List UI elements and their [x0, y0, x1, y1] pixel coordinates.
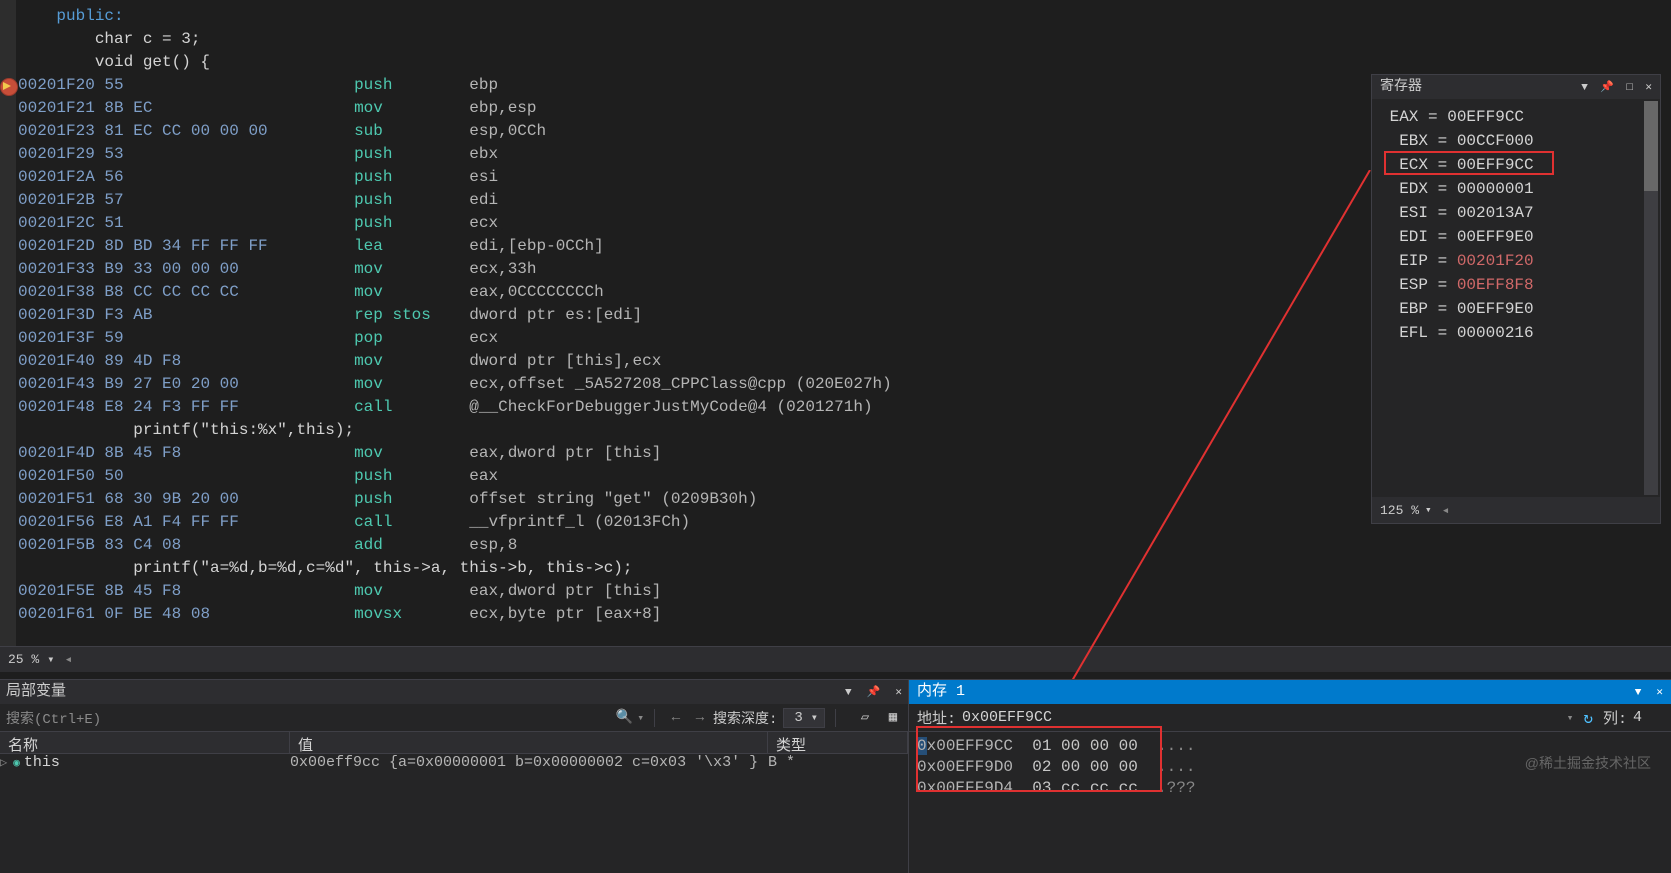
pin-icon[interactable]: 📌	[867, 687, 881, 699]
nav-forward-button[interactable]: →	[689, 707, 711, 729]
memory-header[interactable]: 内存 1 ▼ ✕	[909, 680, 1671, 704]
register-ebx[interactable]: EBX = 00CCF000	[1380, 129, 1652, 153]
filter-icon[interactable]: ▱	[856, 709, 874, 727]
close-icon[interactable]: ✕	[1645, 82, 1652, 94]
locals-panel: 局部变量 ▼ 📌 ✕ 搜索(Ctrl+E) 🔍 ▾ ← → 搜索深度: 3 ▱ …	[0, 679, 908, 873]
dropdown-icon[interactable]: ▼	[845, 687, 852, 699]
locals-toolbar: 搜索(Ctrl+E) 🔍 ▾ ← → 搜索深度: 3 ▱ ▦	[0, 704, 908, 732]
scroll-left-icon[interactable]: ◂	[1442, 503, 1450, 518]
register-efl[interactable]: EFL = 00000216	[1380, 321, 1652, 345]
registers-header[interactable]: 寄存器 ▼ 📌 □ ✕	[1372, 75, 1660, 99]
asm-line[interactable]: 00201F5B 83 C4 08 add esp,8	[18, 534, 1671, 557]
settings-icon[interactable]: ▦	[884, 709, 902, 727]
watermark: @稀土掘金技术社区	[1525, 753, 1651, 773]
close-icon[interactable]: ✕	[895, 687, 902, 699]
locals-header[interactable]: 局部变量 ▼ 📌 ✕	[0, 680, 908, 704]
col-value[interactable]: 值	[290, 732, 768, 753]
dropdown-icon[interactable]: ▾	[1425, 503, 1432, 517]
col-type[interactable]: 类型	[768, 732, 908, 753]
locals-title: 局部变量	[6, 680, 66, 704]
source-line: char c = 3;	[18, 28, 1671, 51]
register-esi[interactable]: ESI = 002013A7	[1380, 201, 1652, 225]
address-input[interactable]: 0x00EFF9CC	[962, 709, 1567, 726]
refresh-icon[interactable]: ↻	[1583, 708, 1593, 728]
register-eip[interactable]: EIP = 00201F20	[1380, 249, 1652, 273]
close-icon[interactable]: ✕	[1656, 687, 1663, 699]
dropdown-icon[interactable]: ▼	[1581, 82, 1588, 94]
search-input[interactable]: 搜索(Ctrl+E)	[6, 708, 256, 728]
address-label: 地址:	[917, 707, 956, 728]
source-line: public:	[18, 5, 1671, 28]
registers-zoom: 125 % ▾ ◂	[1372, 497, 1660, 523]
breakpoint-gutter[interactable]	[0, 0, 16, 646]
maximize-icon[interactable]: □	[1626, 82, 1633, 94]
annotation-box	[916, 726, 1162, 792]
registers-body[interactable]: EAX = 00EFF9CC EBX = 00CCF000 ECX = 00EF…	[1372, 99, 1660, 495]
asm-line[interactable]: 00201F5E 8B 45 F8 mov eax,dword ptr [thi…	[18, 580, 1671, 603]
col-name[interactable]: 名称	[0, 732, 290, 753]
registers-scrollbar[interactable]	[1644, 101, 1658, 495]
memory-title: 内存 1	[917, 680, 965, 704]
register-ebp[interactable]: EBP = 00EFF9E0	[1380, 297, 1652, 321]
register-eax[interactable]: EAX = 00EFF9CC	[1380, 105, 1652, 129]
asm-line[interactable]: 00201F61 0F BE 48 08 movsx ecx,byte ptr …	[18, 603, 1671, 626]
locals-columns: 名称 值 类型	[0, 732, 908, 754]
register-edi[interactable]: EDI = 00EFF9E0	[1380, 225, 1652, 249]
source-line: printf("a=%d,b=%d,c=%d", this->a, this->…	[18, 557, 1671, 580]
zoom-level[interactable]: 25 %	[8, 652, 54, 667]
register-esp[interactable]: ESP = 00EFF8F8	[1380, 273, 1652, 297]
dropdown-icon[interactable]: ▾	[1567, 711, 1574, 725]
pin-icon[interactable]: 📌	[1600, 82, 1614, 94]
scroll-left-icon[interactable]: ◂	[64, 652, 72, 667]
nav-back-button[interactable]: ←	[665, 707, 687, 729]
depth-selector[interactable]: 3	[783, 708, 825, 728]
search-icon[interactable]: 🔍	[616, 709, 633, 726]
registers-title: 寄存器	[1380, 75, 1422, 99]
columns-input[interactable]: 4	[1633, 709, 1663, 726]
dropdown-icon[interactable]: ▾	[637, 711, 644, 725]
dropdown-icon[interactable]: ▼	[1635, 687, 1642, 699]
registers-panel: 寄存器 ▼ 📌 □ ✕ EAX = 00EFF9CC EBX = 00CCF00…	[1371, 74, 1661, 524]
zoom-bar: 25 % ◂	[0, 646, 1671, 672]
local-row[interactable]: this0x00eff9cc {a=0x00000001 b=0x0000000…	[0, 754, 908, 776]
columns-label: 列:	[1603, 707, 1627, 728]
register-edx[interactable]: EDX = 00000001	[1380, 177, 1652, 201]
source-line: void get() {	[18, 51, 1671, 74]
depth-label: 搜索深度:	[713, 708, 777, 728]
